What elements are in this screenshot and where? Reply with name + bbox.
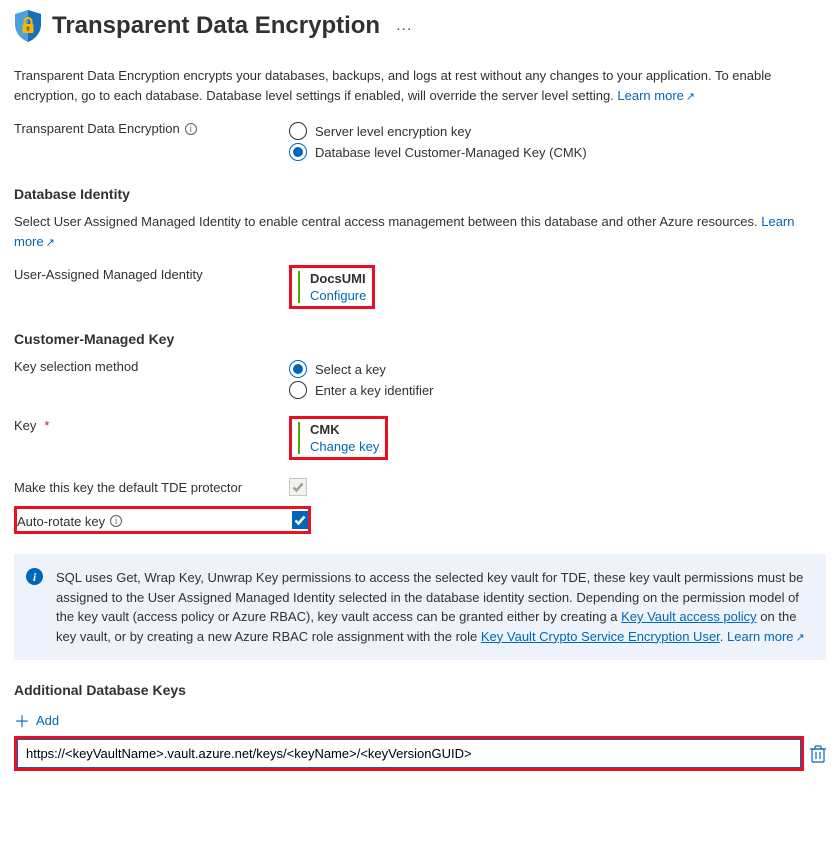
external-link-icon: ↗ <box>686 91 695 103</box>
highlight-autorotate: Auto-rotate key i <box>14 506 311 534</box>
kv-crypto-user-link[interactable]: Key Vault Crypto Service Encryption User <box>481 629 720 644</box>
key-uri-input[interactable] <box>17 739 801 768</box>
configure-link[interactable]: Configure <box>310 288 366 303</box>
section-cmk: Customer-Managed Key <box>14 331 826 347</box>
add-key-button[interactable]: ＋ Add <box>14 708 826 732</box>
radio-server-level[interactable]: Server level encryption key <box>289 122 826 140</box>
highlight-key: CMK Change key <box>289 416 388 460</box>
radio-enter-identifier[interactable]: Enter a key identifier <box>289 381 826 399</box>
page-title: Transparent Data Encryption <box>52 12 380 40</box>
intro-text: Transparent Data Encryption encrypts you… <box>14 66 826 105</box>
more-menu[interactable]: ... <box>396 17 412 35</box>
info-icon: i <box>26 568 43 585</box>
change-key-link[interactable]: Change key <box>310 439 379 454</box>
umi-label: User-Assigned Managed Identity <box>14 267 203 282</box>
autorotate-checkbox[interactable] <box>292 511 308 529</box>
key-selection-label: Key selection method <box>14 359 138 374</box>
tde-label: Transparent Data Encryption <box>14 121 180 136</box>
radio-select-key[interactable]: Select a key <box>289 360 826 378</box>
umi-name: DocsUMI <box>310 271 366 286</box>
delete-icon[interactable] <box>810 745 826 763</box>
info-callout: i SQL uses Get, Wrap Key, Unwrap Key per… <box>14 554 826 660</box>
key-name: CMK <box>310 422 379 437</box>
highlight-key-input <box>14 736 804 771</box>
info-icon[interactable]: i <box>185 123 197 135</box>
infobox-learn-more-link[interactable]: Learn more↗ <box>727 629 805 644</box>
external-link-icon: ↗ <box>46 237 55 249</box>
key-value-box: CMK Change key <box>298 422 379 454</box>
kv-access-policy-link[interactable]: Key Vault access policy <box>621 609 757 624</box>
external-link-icon: ↗ <box>796 632 805 644</box>
section-database-identity: Database Identity <box>14 186 826 202</box>
default-tde-label: Make this key the default TDE protector <box>14 480 242 495</box>
highlight-umi: DocsUMI Configure <box>289 265 375 309</box>
plus-icon: ＋ <box>14 708 30 732</box>
radio-database-level[interactable]: Database level Customer-Managed Key (CMK… <box>289 143 826 161</box>
key-label: Key <box>14 418 36 433</box>
section-additional-keys: Additional Database Keys <box>14 682 826 698</box>
default-tde-checkbox <box>289 478 307 496</box>
autorotate-label: Auto-rotate key <box>17 514 105 529</box>
umi-value-box: DocsUMI Configure <box>298 271 366 303</box>
identity-desc: Select User Assigned Managed Identity to… <box>14 212 826 251</box>
required-asterisk: * <box>44 418 49 433</box>
info-icon[interactable]: i <box>110 515 122 527</box>
intro-learn-more-link[interactable]: Learn more↗ <box>617 88 695 103</box>
shield-lock-icon <box>14 10 42 42</box>
